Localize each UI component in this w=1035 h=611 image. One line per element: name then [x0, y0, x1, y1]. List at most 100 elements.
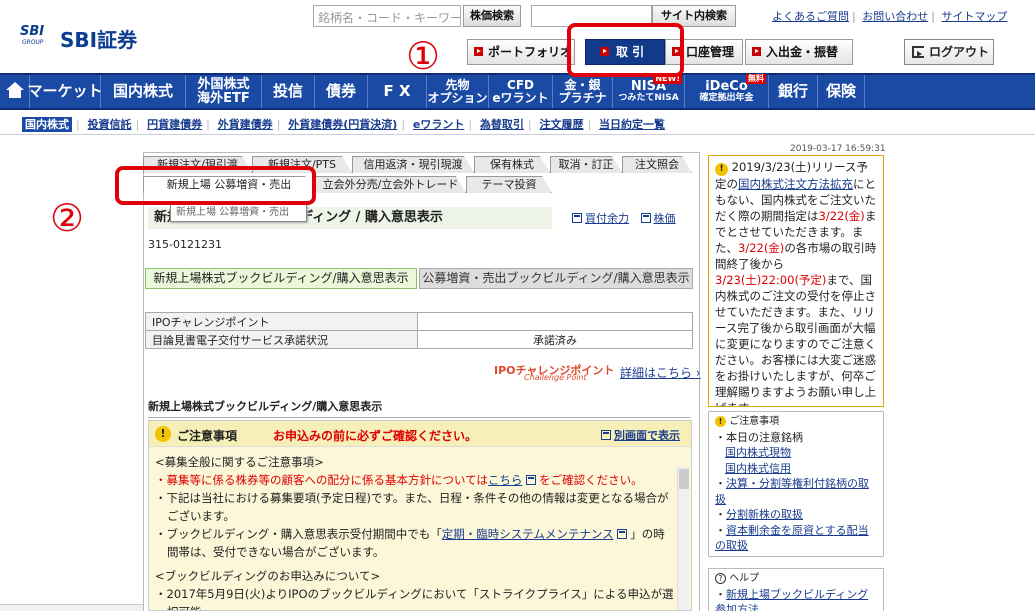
page: SBI GROUP SBI証券 銘柄名・コード・キーワード 株価検索 サイト内検… [0, 0, 1035, 611]
warning-icon: ! [715, 163, 728, 176]
margin-stock-link[interactable]: 国内株式信用 [725, 462, 791, 475]
warning-icon: ! [155, 426, 171, 442]
nav-foreign-stock[interactable]: 外国株式 海外ETF [186, 75, 262, 108]
notice-scrollbar[interactable] [677, 467, 689, 610]
subnav-fund[interactable]: 投資信託 [88, 118, 132, 131]
box-title: ご注意事項 [729, 416, 780, 427]
notice-box: ! ご注意事項 お申込みの前に必ずご確認ください。 別画面で表示 <募集全般に関… [148, 420, 692, 611]
subnav-foreign-bond-yen[interactable]: 外貨建債券(円貨決済) [288, 118, 397, 131]
buying-power-link[interactable]: 買付余力 [585, 212, 629, 225]
notice-title: ご注意事項 [177, 429, 238, 443]
caution-item: 国内株式信用 [715, 461, 877, 477]
subnav-today-executions[interactable]: 当日約定一覧 [599, 118, 665, 131]
nav-insurance[interactable]: 保険 [818, 75, 865, 108]
info-key: IPOチャレンジポイント [145, 312, 418, 331]
tooltip: 新規上場 公募増資・売出 [170, 204, 307, 222]
maintenance-link[interactable]: 定期・臨時システムメンテナンス [442, 527, 614, 541]
window-icon [601, 430, 611, 440]
sub-nav: 国内株式 | 投資信託 | 円貨建債券 | 外貨建債券 | 外貨建債券(円貨決済) | e… [22, 116, 665, 132]
logo-group: GROUP [22, 39, 44, 46]
nav-fx[interactable]: F X [368, 75, 427, 108]
tab-margin-close[interactable]: 信用返済・現引現渡 [352, 156, 474, 173]
status-bar [0, 604, 143, 611]
window-icon [617, 529, 628, 539]
nav-ideco[interactable]: 無料 iDeCo 確定拠出年金 [685, 74, 769, 108]
notice-must-read: お申込みの前に必ずご確認ください。 [273, 429, 478, 443]
caution-box: ! ご注意事項 ・本日の注意銘柄 国内株式現物 国内株式信用 ・決算・分割等権利… [708, 411, 884, 557]
nav-cfd[interactable]: CFD eワラント [489, 75, 553, 108]
ipo-details-link[interactable]: 詳細はこちら › [620, 364, 701, 381]
stock-price-link[interactable]: 株価 [654, 212, 676, 225]
tab-off-floor[interactable]: 立会外分売/立会外トレード [315, 176, 466, 193]
nav-label: iDeCo [705, 78, 748, 94]
divider: | [527, 118, 532, 131]
notice-heading: <ブックビルディングのお申込みについて> [155, 569, 381, 583]
tab-order-inquiry[interactable]: 注文照会 [622, 156, 692, 173]
notice-text: ブックビルディング・購入意思表示受付期間中でも「 [166, 527, 442, 541]
notice-header: ! ご注意事項 お申込みの前に必ずご確認ください。 別画面で表示 [149, 421, 691, 447]
logout-button[interactable]: ログアウト [904, 39, 994, 65]
nav-gold[interactable]: 金・銀 プラチナ [553, 75, 613, 108]
caution-title: ! ご注意事項 [715, 414, 877, 430]
portfolio-label: ポートフォリオ [488, 45, 573, 59]
split-shares-link[interactable]: 分割新株の取扱 [726, 508, 803, 521]
stock-search-input[interactable]: 銘柄名・コード・キーワード [313, 5, 461, 27]
subtab-ipo-bookbuilding[interactable]: 新規上場株式ブックビルディング/購入意思表示 [145, 268, 417, 289]
nav-fund[interactable]: 投信 [262, 75, 315, 108]
sbi-logo[interactable]: SBI GROUP SBI証券 [20, 24, 170, 52]
cash-stock-link[interactable]: 国内株式現物 [725, 446, 791, 459]
portfolio-button[interactable]: ポートフォリオ [467, 39, 575, 65]
caution-item: 国内株式現物 [715, 445, 877, 461]
nav-label: プラチナ [558, 90, 607, 105]
tab-cancel-modify[interactable]: 取消・訂正 [550, 156, 622, 173]
scrollbar-thumb[interactable] [679, 469, 689, 489]
nav-futures[interactable]: 先物 オプション [427, 75, 489, 108]
logo-name: SBI証券 [60, 28, 138, 52]
notice-text: まで、国内株式のご注文の受付を停止させていただきます。また、リリース完了後から取… [715, 273, 876, 406]
dividend-link[interactable]: 資本剰余金を原資とする配当の取扱 [715, 524, 869, 553]
notice-date: 3/22(金) [818, 209, 865, 223]
notice-text: 募集等に係る株券等の顧客への配分に係る基本方針については [166, 473, 488, 487]
subtab-po-bookbuilding[interactable]: 公募増資・売出ブックビルディング/購入意思表示 [419, 268, 693, 289]
faq-link[interactable]: よくあるご質問 [772, 10, 849, 23]
subnav-yen-bond[interactable]: 円貨建債券 [147, 118, 202, 131]
nav-bank[interactable]: 銀行 [769, 75, 818, 108]
subnav-ewarrant[interactable]: eワラント [413, 118, 464, 131]
policy-link[interactable]: こちら [488, 473, 523, 487]
subnav-fx-trade[interactable]: 為替取引 [480, 118, 524, 131]
contact-link[interactable]: お問い合わせ [862, 10, 928, 23]
rights-link[interactable]: 決算・分割等権利付銘柄の取扱 [715, 477, 869, 506]
deposit-transfer-button[interactable]: 入出金・振替 [745, 39, 853, 65]
nav-domestic-stock[interactable]: 国内株式 [101, 75, 186, 108]
warning-icon: ! [715, 416, 726, 427]
open-separate-window-link[interactable]: 別画面で表示 [601, 427, 680, 443]
bookbuilding-help-link[interactable]: 新規上場ブックビルディング参加方法 [715, 588, 868, 611]
divider: | [852, 10, 856, 23]
subnav-domestic-stock[interactable]: 国内株式 [22, 117, 72, 132]
nav-market[interactable]: マーケット [28, 75, 103, 108]
help-box: ? ヘルプ ・新規上場ブックビルディング参加方法 [708, 568, 884, 611]
caution-item: ・資本剰余金を原資とする配当の取扱 [715, 523, 869, 553]
subnav-foreign-bond[interactable]: 外貨建債券 [218, 118, 273, 131]
notice-item: ・2017年5月9日(火)よりIPOのブックビルディングにおいて「ストライクプラ… [155, 585, 675, 610]
notice-heading: <募集全般に関するご注意事項> [155, 455, 324, 469]
chevron-right-icon: › [695, 366, 701, 380]
notice-date: 3/23(土)22:00(予定) [715, 273, 827, 287]
help-icon: ? [715, 573, 726, 584]
nav-bond[interactable]: 債券 [315, 75, 368, 108]
divider [0, 134, 1035, 135]
stock-search-button[interactable]: 株価検索 [463, 5, 521, 27]
order-method-link[interactable]: 国内株式注文方法拡充 [738, 177, 853, 191]
annotation-box-2 [115, 166, 316, 205]
nav-nisa[interactable]: NEW! NISA つみたてNISA [613, 74, 685, 108]
box-title: ヘルプ [729, 573, 760, 584]
tab-holdings[interactable]: 保有株式 [474, 156, 550, 173]
tab-theme[interactable]: テーマ投資 [466, 176, 552, 193]
ipo-challenge-logo: IPOチャレンジポイント Challenge Point [494, 362, 614, 382]
nav-label: eワラント [492, 90, 549, 105]
nav-home[interactable] [0, 75, 30, 108]
divider: | [76, 118, 80, 131]
nav-label: 外国株式 [197, 76, 250, 92]
subnav-order-history[interactable]: 注文履歴 [539, 118, 583, 131]
sitemap-link[interactable]: サイトマップ [941, 10, 1007, 23]
